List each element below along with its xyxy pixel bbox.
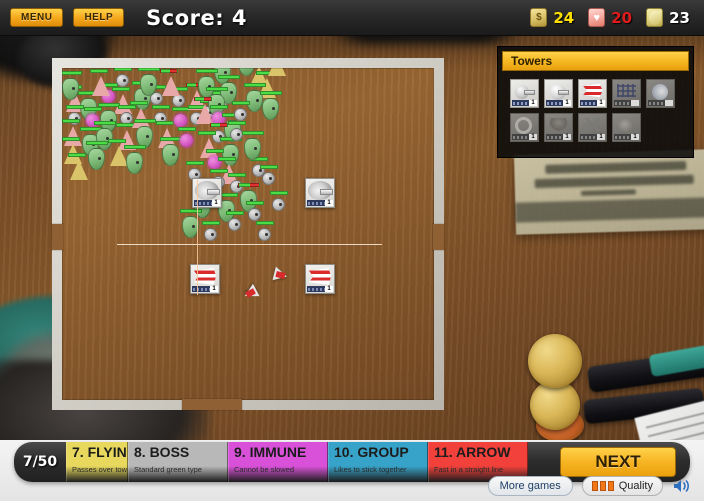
arrow-icon xyxy=(581,82,604,99)
sound-toggle-icon[interactable] xyxy=(672,478,692,494)
dollar-bill xyxy=(514,149,704,234)
resource-lives: 20 xyxy=(588,8,632,27)
resource-gold: 24 xyxy=(530,8,574,27)
cannon-tower[interactable]: 1 xyxy=(510,79,539,108)
wave-card-subtitle: Likes to stick together xyxy=(334,465,423,474)
resource-gold-value: 24 xyxy=(553,9,574,27)
star-tower[interactable]: 1 xyxy=(578,113,607,142)
blob-tower[interactable]: 1 xyxy=(612,113,641,142)
quality-label: Quality xyxy=(619,480,653,492)
quality-button[interactable]: Quality xyxy=(582,476,663,496)
tower-level-bar: 1 xyxy=(546,134,571,140)
game-screen: 1111 MENU HELP Score: 4 242023 Towers 11… xyxy=(0,0,704,501)
resource-moons: 23 xyxy=(646,8,690,27)
play-field-border xyxy=(52,58,444,410)
wave-card-subtitle: Passes over towers xyxy=(72,465,123,474)
moon-icon xyxy=(646,8,663,27)
coin-upper xyxy=(528,334,582,388)
ball-icon xyxy=(547,82,570,99)
wave-card-9[interactable]: 9. IMMUNE Cannot be slowed xyxy=(228,442,328,482)
wave-card-subtitle: Standard green type xyxy=(134,465,223,474)
coin-icon xyxy=(530,8,547,27)
play-field[interactable]: 1111 xyxy=(52,58,444,410)
tower-level-bar: 1 xyxy=(580,134,605,140)
path-exit-right xyxy=(433,224,444,250)
tower-level-bar xyxy=(648,100,673,106)
tower-level-value: 1 xyxy=(529,134,537,140)
path-gap-bottom xyxy=(182,399,242,410)
wave-card-title: 10. GROUP xyxy=(334,444,423,461)
wave-card-title: 8. BOSS xyxy=(134,444,223,461)
ball-tower[interactable]: 1 xyxy=(544,79,573,108)
towers-panel[interactable]: Towers 1 1 1 1 1 1 1 xyxy=(497,46,694,158)
grid-tower[interactable] xyxy=(612,79,641,108)
help-button[interactable]: HELP xyxy=(73,8,124,27)
quality-bars-icon xyxy=(592,481,614,491)
path-entrance-left xyxy=(52,224,63,250)
top-hud-bar: MENU HELP Score: 4 24 20 23 xyxy=(0,0,704,36)
tower-level-value: 1 xyxy=(597,134,605,140)
tower-level-bar: 1 xyxy=(580,100,605,106)
tower-level-bar: 1 xyxy=(614,134,639,140)
grid-icon xyxy=(615,82,638,99)
more-games-button[interactable]: More games xyxy=(488,476,573,496)
tower-level-value: 1 xyxy=(563,134,571,140)
tower-level-value: 1 xyxy=(631,134,639,140)
towers-panel-title: Towers xyxy=(502,51,689,71)
resource-moons-value: 23 xyxy=(669,9,690,27)
blob-icon xyxy=(615,116,638,133)
wave-counter: 7/50 xyxy=(14,454,66,470)
bottom-bar: 7/50 7. FLYING Passes over towers 8. BOSS S… xyxy=(0,440,704,501)
tower-level-bar: 1 xyxy=(546,100,571,106)
wave-card-subtitle: Fast in a straight line xyxy=(434,465,523,474)
orb-icon xyxy=(649,82,672,99)
orb-tower[interactable] xyxy=(646,79,675,108)
wave-card-7[interactable]: 7. FLYING Passes over towers xyxy=(66,442,128,482)
wave-card-list[interactable]: 7. FLYING Passes over towers 8. BOSS Standa… xyxy=(66,442,528,482)
tower-level-value xyxy=(665,100,673,106)
resource-lives-value: 20 xyxy=(611,9,632,27)
heart-icon xyxy=(588,8,605,27)
wave-card-8[interactable]: 8. BOSS Standard green type xyxy=(128,442,228,482)
arrow-tower[interactable]: 1 xyxy=(578,79,607,108)
next-wave-button[interactable]: NEXT xyxy=(560,447,676,477)
wave-card-10[interactable]: 10. GROUP Likes to stick together xyxy=(328,442,428,482)
tower-level-bar: 1 xyxy=(512,134,537,140)
cannon-icon xyxy=(513,82,536,99)
tree-tower[interactable]: 1 xyxy=(544,113,573,142)
tower-level-value xyxy=(631,100,639,106)
star-icon xyxy=(581,116,604,133)
wave-card-title: 9. IMMUNE xyxy=(234,444,323,461)
resource-group: 24 20 23 xyxy=(530,8,704,27)
tower-grid[interactable]: 1 1 1 1 1 1 1 xyxy=(498,71,693,148)
tower-level-bar: 1 xyxy=(512,100,537,106)
score-display: Score: 4 xyxy=(146,6,247,30)
ring-tower[interactable]: 1 xyxy=(510,113,539,142)
wave-card-title: 11. ARROW xyxy=(434,444,523,461)
tower-level-bar xyxy=(614,100,639,106)
footer-controls[interactable]: More games Quality xyxy=(488,476,692,496)
tower-level-value: 1 xyxy=(529,100,537,106)
tower-level-value: 1 xyxy=(563,100,571,106)
wave-card-subtitle: Cannot be slowed xyxy=(234,465,323,474)
wave-card-title: 7. FLYING xyxy=(72,444,123,461)
tower-level-value: 1 xyxy=(597,100,605,106)
menu-button[interactable]: MENU xyxy=(10,8,63,27)
tree-icon xyxy=(547,116,570,133)
ring-icon xyxy=(513,116,536,133)
